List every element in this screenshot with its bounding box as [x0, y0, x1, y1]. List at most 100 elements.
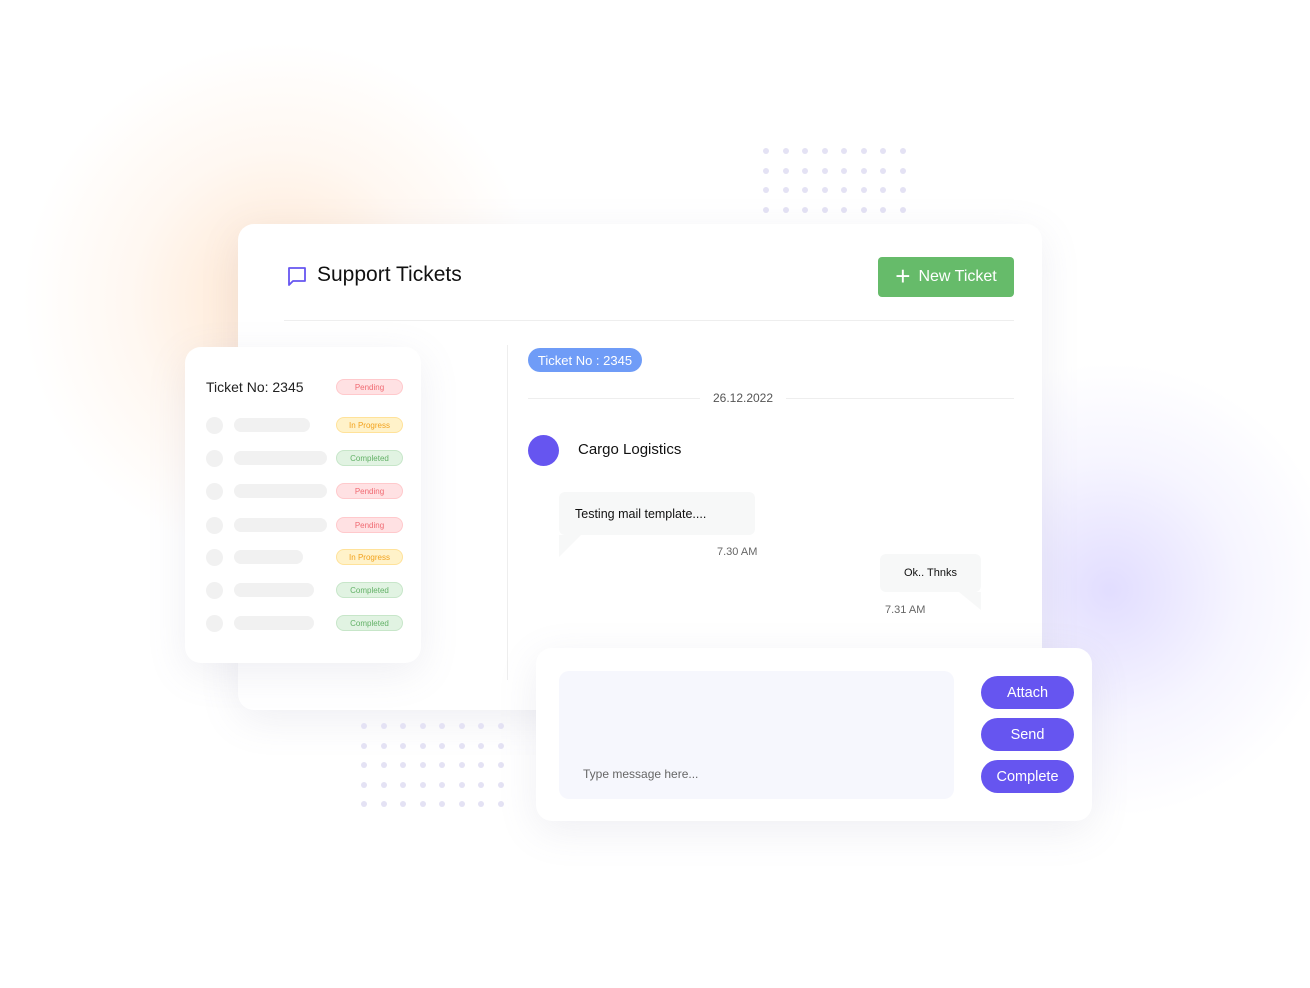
dot [782, 187, 789, 193]
dot [361, 762, 367, 768]
message-time: 7.31 AM [885, 604, 926, 616]
dot-pattern [763, 148, 906, 213]
contact-name: Cargo Logistics [578, 441, 682, 458]
dot [400, 801, 406, 807]
status-badge: In Progress [336, 549, 403, 565]
status-badge: In Progress [336, 417, 403, 433]
row-avatar-placeholder [206, 549, 223, 566]
dot [821, 167, 828, 174]
dot [860, 148, 867, 154]
dot [497, 723, 504, 729]
dot [841, 187, 847, 193]
dot [380, 762, 387, 768]
new-ticket-label: New Ticket [918, 268, 997, 285]
dot [439, 762, 445, 768]
header-divider [284, 320, 1014, 321]
status-badge: Pending [336, 379, 403, 395]
message-placeholder: Type message here... [583, 767, 699, 781]
ticket-number-badge: Ticket No : 2345 [528, 348, 642, 372]
dot [458, 742, 465, 749]
attach-button[interactable]: Attach [981, 676, 1074, 709]
dot [821, 187, 828, 193]
message-incoming: Testing mail template.... [559, 492, 755, 535]
complete-button[interactable]: Complete [981, 760, 1074, 793]
row-text-placeholder [234, 418, 310, 432]
dot [782, 206, 789, 213]
dot [782, 167, 789, 174]
dot [497, 801, 504, 807]
row-avatar-placeholder [206, 517, 223, 534]
dot [763, 187, 769, 193]
dot [419, 762, 426, 768]
plus-icon: + [895, 260, 911, 291]
message-input[interactable]: Type message here... [559, 671, 954, 799]
dot [802, 187, 808, 193]
row-text-placeholder [234, 583, 314, 597]
dot [821, 148, 828, 154]
row-text-placeholder [234, 484, 327, 498]
dot [763, 167, 769, 174]
dot [419, 742, 426, 749]
dot [821, 206, 828, 213]
row-text-placeholder [234, 616, 314, 630]
row-avatar-placeholder [206, 582, 223, 599]
dot [763, 148, 769, 154]
row-text-placeholder [234, 518, 327, 532]
dot [400, 723, 406, 729]
dot [899, 148, 906, 154]
dot [400, 781, 406, 788]
conversation-date: 26.12.2022 [712, 391, 774, 405]
dot [497, 742, 504, 749]
dot [763, 206, 769, 213]
dot [458, 801, 465, 807]
dot [802, 167, 808, 174]
status-badge: Completed [336, 582, 403, 598]
dot [419, 801, 426, 807]
date-divider [528, 398, 700, 399]
row-avatar-placeholder [206, 483, 223, 500]
dot [899, 187, 906, 193]
dot [478, 801, 484, 807]
dot [400, 742, 406, 749]
dot [497, 781, 504, 788]
send-button[interactable]: Send [981, 718, 1074, 751]
dot [380, 801, 387, 807]
message-outgoing: Ok.. Thnks [880, 554, 981, 592]
dot [439, 723, 445, 729]
dot [439, 742, 445, 749]
dot [458, 781, 465, 788]
dot [782, 148, 789, 154]
dot [361, 801, 367, 807]
dot [478, 723, 484, 729]
status-badge: Pending [336, 483, 403, 499]
dot [880, 167, 886, 174]
row-text-placeholder [234, 550, 303, 564]
dot [841, 206, 847, 213]
row-text-placeholder [234, 451, 327, 465]
row-avatar-placeholder [206, 615, 223, 632]
bubble-tail [959, 592, 981, 610]
dot [880, 187, 886, 193]
dot [841, 167, 847, 174]
dot [439, 781, 445, 788]
ticket-list-title: Ticket No: 2345 [206, 379, 304, 395]
dot [419, 723, 426, 729]
dot [380, 781, 387, 788]
dot [860, 187, 867, 193]
new-ticket-button[interactable]: + New Ticket [878, 257, 1014, 297]
dot [860, 206, 867, 213]
dot [458, 723, 465, 729]
dot [478, 742, 484, 749]
bubble-tail [559, 535, 581, 557]
dot [380, 723, 387, 729]
chat-bubble-icon [288, 267, 306, 286]
status-badge: Pending [336, 517, 403, 533]
dot [361, 723, 367, 729]
page-title: Support Tickets [317, 263, 462, 286]
dot [802, 206, 808, 213]
dot [419, 781, 426, 788]
column-divider [507, 345, 508, 680]
message-time: 7.30 AM [717, 546, 758, 558]
row-avatar-placeholder [206, 450, 223, 467]
date-divider [786, 398, 1014, 399]
